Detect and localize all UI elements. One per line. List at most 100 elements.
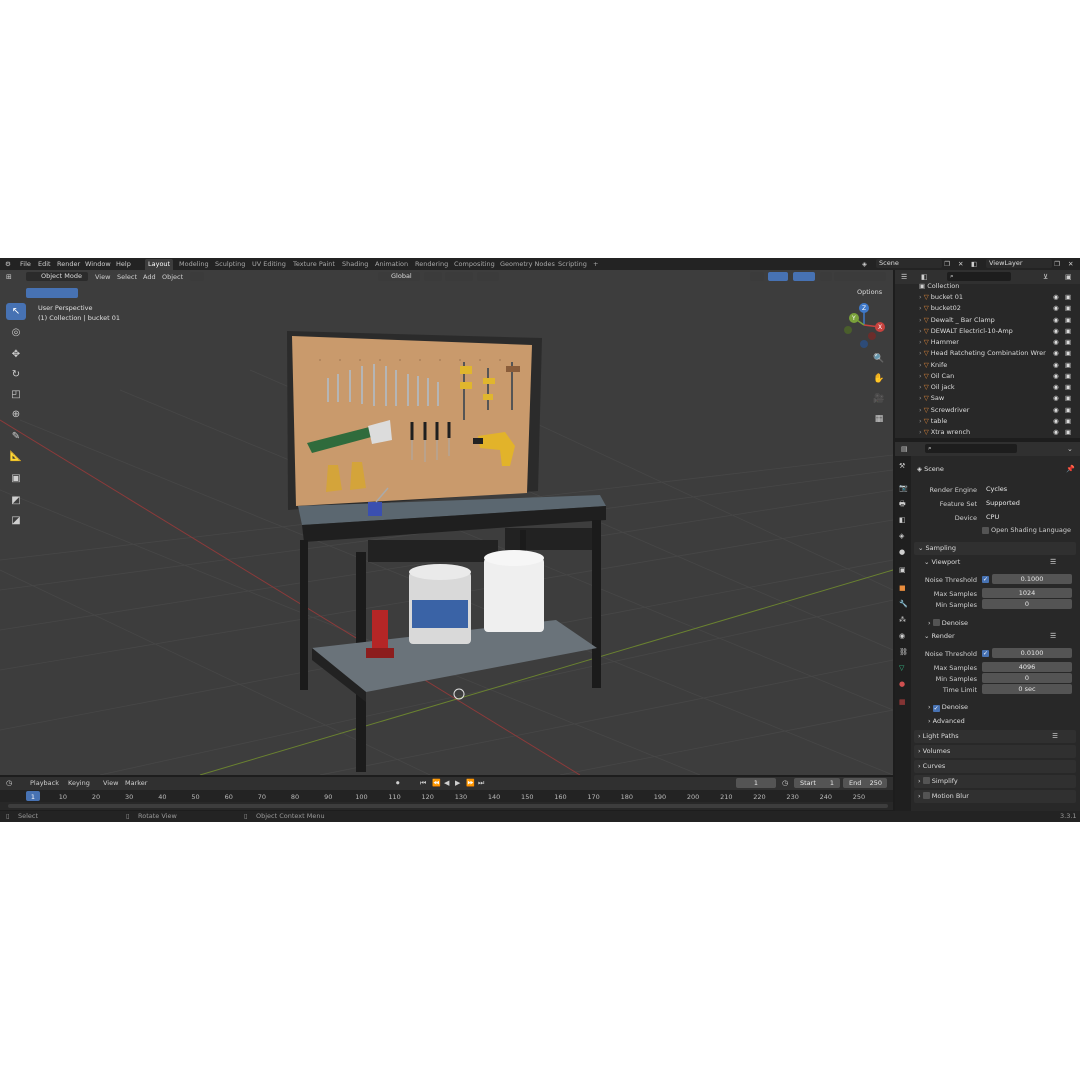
data-tab-icon[interactable]: ▽ (899, 664, 904, 672)
eye-icon[interactable]: ◉ (1053, 371, 1059, 382)
eye-icon[interactable]: ◉ (1053, 427, 1059, 438)
scale-tool[interactable]: ◰ (6, 386, 26, 403)
eye-icon[interactable]: ◉ (1053, 326, 1059, 337)
world-tab-icon[interactable]: ● (899, 548, 905, 556)
shrink-tool[interactable]: ◪ (6, 512, 26, 529)
camera-icon[interactable]: ▣ (1065, 337, 1071, 348)
pan-icon[interactable]: ✋ (872, 372, 886, 386)
start-frame-input[interactable]: Start 1 (794, 778, 840, 788)
outliner-item[interactable]: › ▽ Dewalt _ Bar Clamp ◉ ▣ (915, 315, 1080, 326)
viewport-min-samples-input[interactable]: 0 (982, 599, 1072, 609)
rotate-tool[interactable]: ↻ (6, 366, 26, 383)
eye-icon[interactable]: ◉ (1053, 292, 1059, 303)
eye-icon[interactable]: ◉ (1053, 303, 1059, 314)
chevron-down-icon[interactable]: ⌄ (1067, 445, 1073, 453)
camera-icon[interactable]: ▣ (1065, 315, 1071, 326)
scene-selector[interactable]: Scene (876, 259, 942, 268)
scene-tab-icon[interactable]: ◈ (899, 532, 904, 540)
gizmo-toggle[interactable] (190, 272, 204, 281)
pivot-selector[interactable] (424, 272, 442, 281)
render-engine-select[interactable]: Cycles (982, 484, 1076, 494)
simplify-panel[interactable]: › Simplify (914, 775, 1076, 788)
outliner-item[interactable]: › ▽ Oil Can ◉ ▣ (915, 371, 1080, 382)
menu-add[interactable]: Add (143, 271, 156, 283)
outliner-item[interactable]: › ▽ Xtra wrench ◉ ▣ (915, 427, 1080, 438)
tab-scripting[interactable]: Scripting (555, 259, 590, 270)
render-noise-threshold-checkbox[interactable]: ✓ (982, 650, 989, 657)
chevron-right-icon[interactable]: › (919, 383, 922, 391)
filter-icon[interactable]: ⊻ (1043, 273, 1048, 281)
play-reverse-icon[interactable]: ◀ (444, 779, 449, 787)
tab-layout[interactable]: Layout (145, 259, 174, 270)
menu-view[interactable]: View (103, 777, 118, 789)
chevron-right-icon[interactable]: › (919, 406, 922, 414)
chevron-right-icon[interactable]: › (919, 394, 922, 402)
render-time-limit-input[interactable]: 0 sec (982, 684, 1072, 694)
eye-icon[interactable]: ◉ (1053, 393, 1059, 404)
camera-icon[interactable]: ▣ (1065, 393, 1071, 404)
menu-render[interactable]: Render (57, 258, 80, 270)
options-button[interactable]: Options (857, 288, 889, 298)
render-subpanel[interactable]: ⌄ Render (924, 632, 955, 640)
orientation-selector[interactable]: Global (378, 272, 420, 281)
eye-icon[interactable]: ◉ (1053, 348, 1059, 359)
tab-modeling[interactable]: Modeling (176, 259, 212, 270)
select-box-tool[interactable]: ↖ (6, 303, 26, 320)
navigation-gizmo[interactable]: Z X Y (838, 300, 890, 350)
menu-select[interactable]: Select (117, 271, 137, 283)
editor-type-icon[interactable]: ☰ (901, 273, 907, 281)
preview-range-icon[interactable]: ◷ (782, 779, 788, 787)
chevron-right-icon[interactable]: › (919, 327, 922, 335)
editor-type-icon[interactable]: ⊞ (6, 273, 12, 281)
annotate-tool[interactable]: ✎ (6, 428, 26, 445)
add-cube-tool[interactable]: ▣ (6, 470, 26, 487)
close-icon[interactable]: ✕ (1068, 258, 1073, 270)
mode-selector[interactable]: Object Mode (26, 272, 88, 281)
collection-tab-icon[interactable]: ▣ (899, 566, 906, 574)
menu-edit[interactable]: Edit (38, 258, 51, 270)
copy-icon[interactable]: ❐ (1054, 258, 1060, 270)
render-denoise-checkbox[interactable]: ✓ (932, 705, 940, 712)
motion-blur-checkbox[interactable] (922, 792, 930, 799)
presets-icon[interactable]: ☰ (1052, 730, 1058, 743)
current-frame-input[interactable]: 1 (736, 778, 776, 788)
pin-icon[interactable]: 📌 (1066, 465, 1075, 473)
render-max-samples-input[interactable]: 4096 (982, 662, 1072, 672)
chevron-right-icon[interactable]: › (919, 428, 922, 436)
camera-icon[interactable]: ▣ (1065, 416, 1071, 427)
camera-icon[interactable]: 🎥 (872, 392, 886, 406)
texture-tab-icon[interactable]: ▦ (899, 698, 906, 706)
outliner-item[interactable]: › ▽ Knife ◉ ▣ (915, 360, 1080, 371)
menu-window[interactable]: Window (85, 258, 111, 270)
tab-texture-paint[interactable]: Texture Paint (290, 259, 338, 270)
blender-logo-icon[interactable]: ⚙ (5, 258, 11, 270)
clock-icon[interactable]: ◷ (6, 779, 12, 787)
menu-object[interactable]: Object (162, 271, 183, 283)
new-collection-icon[interactable]: ▣ (1065, 273, 1072, 281)
menu-help[interactable]: Help (116, 258, 131, 270)
select-mode-buttons[interactable] (26, 288, 78, 298)
copy-icon[interactable]: ❐ (944, 258, 950, 270)
eye-icon[interactable]: ◉ (1053, 360, 1059, 371)
camera-icon[interactable]: ▣ (1065, 371, 1071, 382)
shading-mode-buttons[interactable] (834, 272, 886, 281)
display-mode-icon[interactable]: ◧ (921, 273, 928, 281)
viewport-denoise-subpanel[interactable]: › Denoise (928, 618, 968, 627)
menu-playback[interactable]: Playback (30, 777, 59, 789)
render-min-samples-input[interactable]: 0 (982, 673, 1072, 683)
cursor-tool[interactable]: ◎ (6, 324, 26, 341)
camera-icon[interactable]: ▣ (1065, 292, 1071, 303)
outliner-item[interactable]: › ▽ table ◉ ▣ (915, 416, 1080, 427)
outliner-item[interactable]: › ▽ Saw ◉ ▣ (915, 393, 1080, 404)
jump-end-icon[interactable]: ⏭ (478, 779, 484, 788)
tab-compositing[interactable]: Compositing (451, 259, 498, 270)
timeline-scrollbar[interactable] (8, 804, 888, 808)
eye-icon[interactable]: ◉ (1053, 337, 1059, 348)
camera-icon[interactable]: ▣ (1065, 326, 1071, 337)
3d-viewport[interactable]: ⊞ Object Mode View Select Add Object Glo… (0, 270, 893, 775)
render-denoise-subpanel[interactable]: › ✓ Denoise (928, 703, 968, 712)
chevron-right-icon[interactable]: › (919, 361, 922, 369)
particles-tab-icon[interactable]: ⁂ (899, 616, 906, 624)
tab-shading[interactable]: Shading (339, 259, 371, 270)
outliner-item[interactable]: › ▽ Head Ratcheting Combination Wrer ◉ ▣ (915, 348, 1080, 359)
